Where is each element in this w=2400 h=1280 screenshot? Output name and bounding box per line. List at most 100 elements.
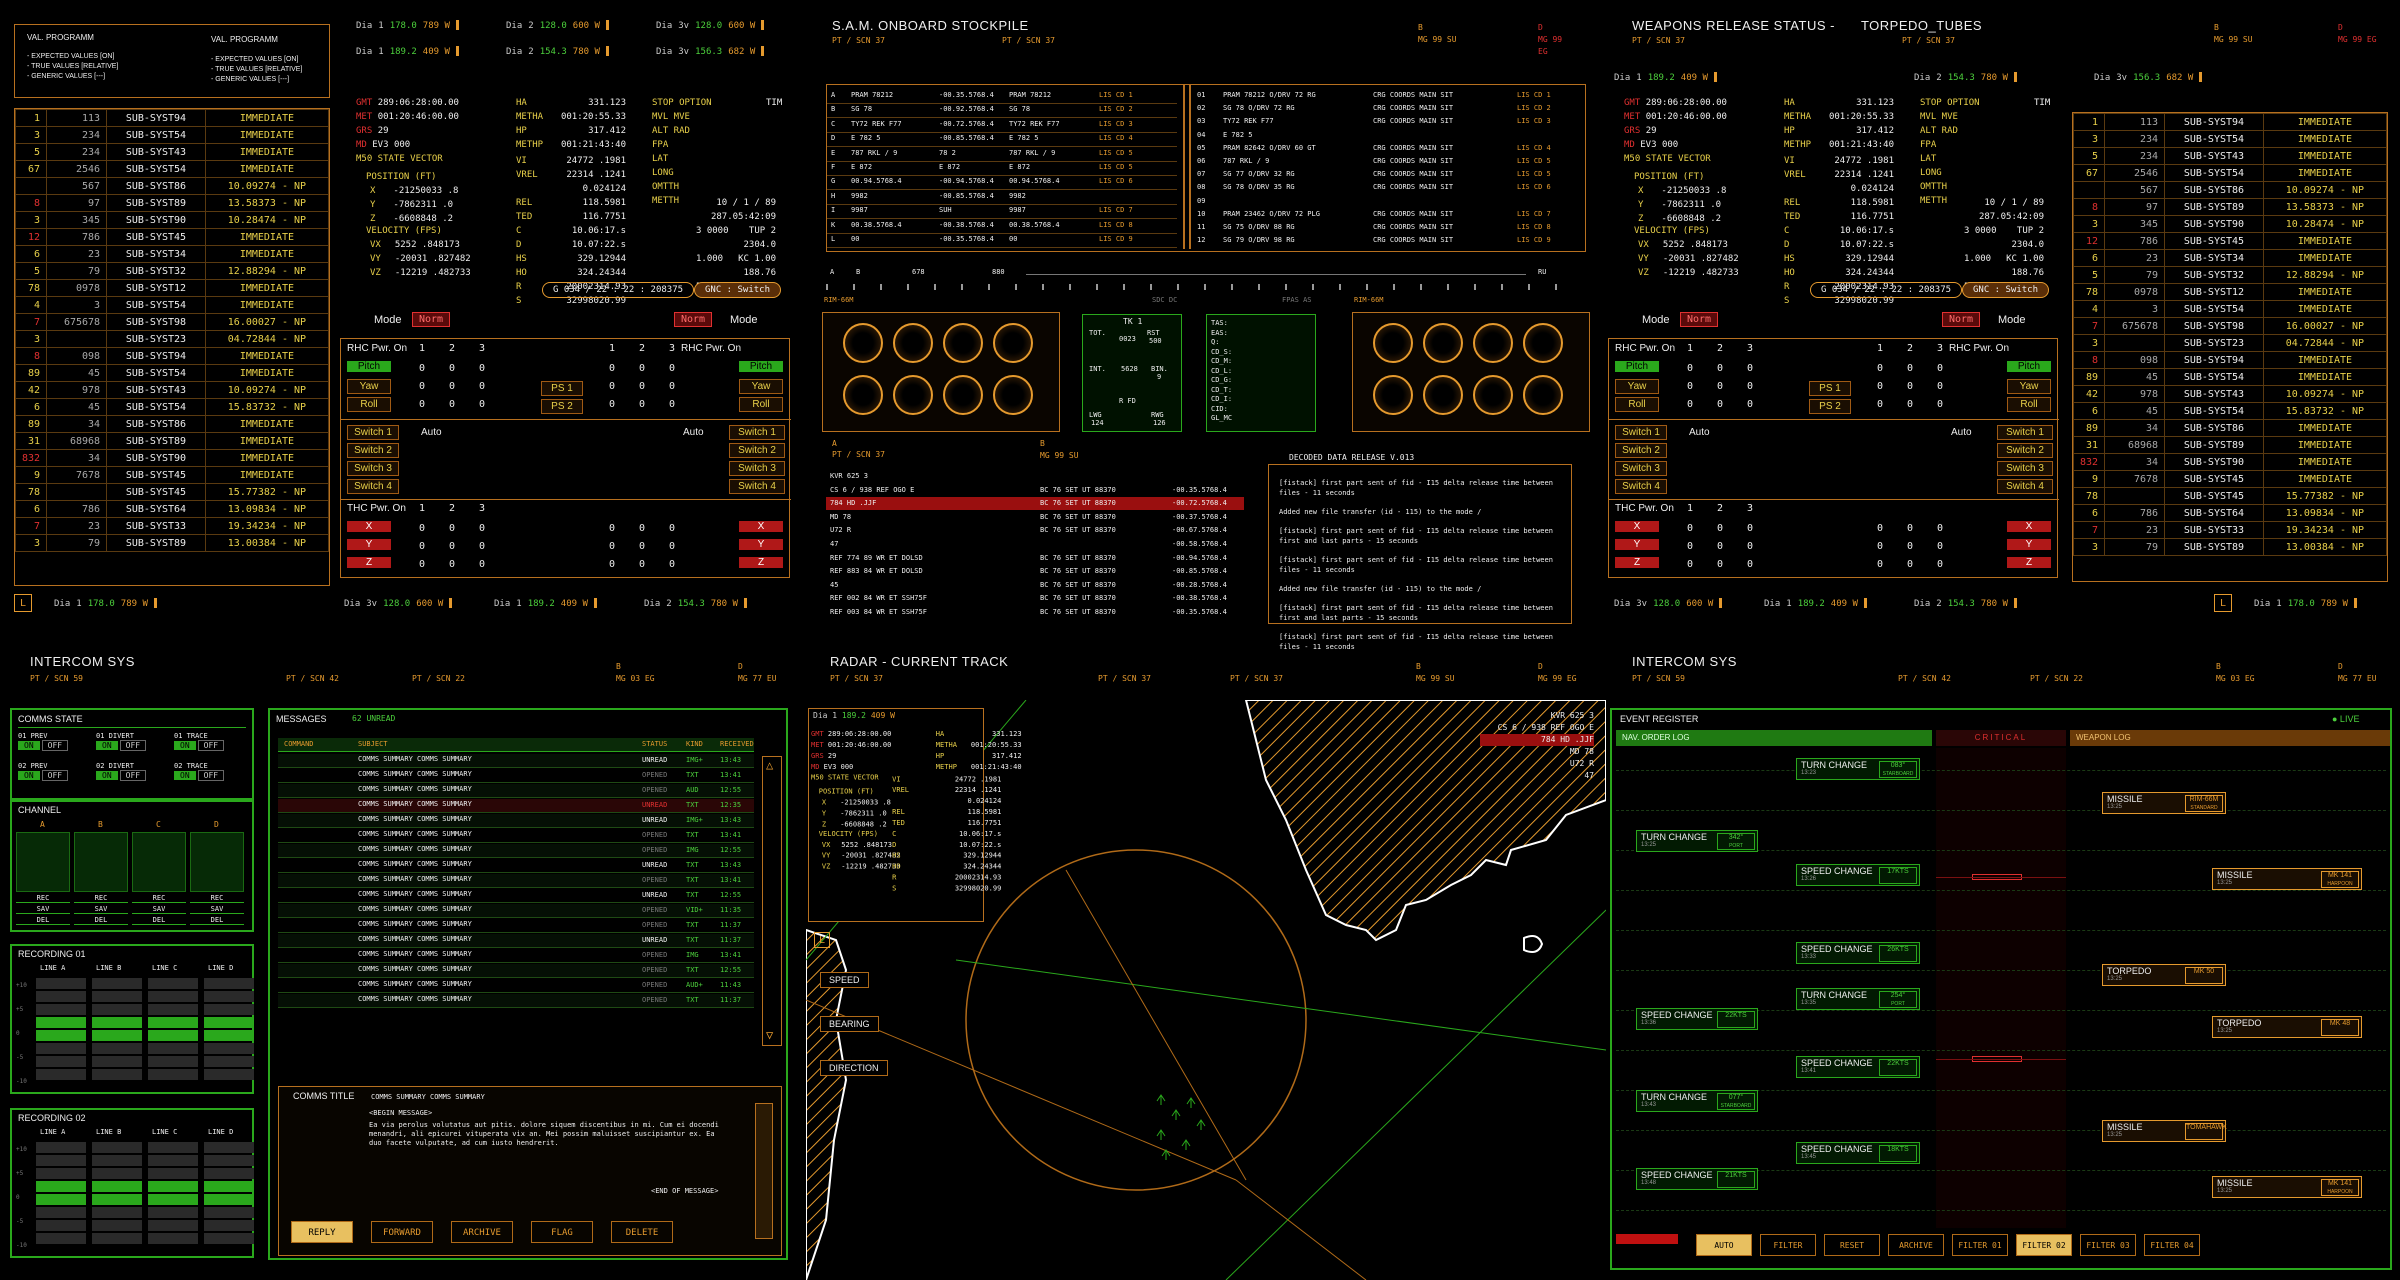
channel-rec-button[interactable]: REC [132, 894, 186, 903]
event-card[interactable]: SPEED CHANGE 13:41 22KTS [1796, 1056, 1920, 1078]
toggle-on[interactable]: ON [174, 741, 196, 750]
clock-button[interactable]: G 034 / 22 : 22 : 208375 [1810, 282, 1963, 298]
norm-button[interactable]: Norm [412, 312, 451, 327]
norm-button[interactable]: Norm [1680, 312, 1719, 327]
scroll-down-icon[interactable]: ▽ [766, 1028, 773, 1042]
channel-rec-button[interactable]: REC [74, 894, 128, 903]
thc-x-button-right[interactable]: X [2007, 521, 2051, 532]
rhc-yaw-button-right[interactable]: Yaw [739, 379, 783, 394]
event-card[interactable]: MISSILE 13:25 TOMAHAWK [2102, 1120, 2227, 1142]
channel-sav-button[interactable]: SAV [190, 905, 244, 914]
channel-del-button[interactable]: DEL [74, 916, 128, 925]
message-row[interactable]: COMMS SUMMARY COMMS SUMMARY UNREAD IMG+ 13:… [278, 814, 754, 828]
message-row[interactable]: COMMS SUMMARY COMMS SUMMARY OPENED TXT 13:4… [278, 769, 754, 783]
message-row[interactable]: COMMS SUMMARY COMMS SUMMARY UNREAD TXT 12:5… [278, 889, 754, 903]
toggle-on[interactable]: ON [96, 771, 118, 780]
message-row[interactable]: COMMS SUMMARY COMMS SUMMARY UNREAD TXT 12:3… [278, 799, 754, 813]
reply-button[interactable]: REPLY [291, 1221, 353, 1243]
filter-filter-button[interactable]: FILTER [1760, 1234, 1816, 1256]
thc-y-button[interactable]: Y [1615, 539, 1659, 550]
switch-button-right[interactable]: Switch 3 [1997, 461, 2053, 476]
switch-button[interactable]: Switch 4 [1615, 479, 1667, 494]
message-row[interactable]: COMMS SUMMARY COMMS SUMMARY OPENED TXT 12:5… [278, 964, 754, 978]
l-button[interactable]: L [2214, 594, 2232, 612]
switch-button[interactable]: Switch 2 [1615, 443, 1667, 458]
rhc-roll-button[interactable]: Roll [1615, 397, 1659, 412]
message-row[interactable]: COMMS SUMMARY COMMS SUMMARY OPENED TXT 13:4… [278, 829, 754, 843]
message-row[interactable]: COMMS SUMMARY COMMS SUMMARY OPENED VID+ 11:… [278, 904, 754, 918]
event-card[interactable]: TURN CHANGE 13:23 083° STARBOARD [1796, 758, 1920, 780]
toggle-on[interactable]: ON [174, 771, 196, 780]
channel-del-button[interactable]: DEL [190, 916, 244, 925]
switch-button[interactable]: Switch 3 [347, 461, 399, 476]
message-row[interactable]: COMMS SUMMARY COMMS SUMMARY OPENED TXT 11:3… [278, 994, 754, 1008]
thc-z-button-right[interactable]: Z [2007, 557, 2051, 568]
filter-filter-02-button[interactable]: FILTER 02 [2016, 1234, 2072, 1256]
thc-z-button-right[interactable]: Z [739, 557, 783, 568]
l-button[interactable]: L [14, 594, 32, 612]
channel-rec-button[interactable]: REC [16, 894, 70, 903]
event-card[interactable]: SPEED CHANGE 13:26 17KTS [1796, 864, 1920, 886]
toggle-off[interactable]: OFF [197, 770, 225, 781]
event-card[interactable]: MISSILE 13:25 MK 141 HARPOON [2212, 1176, 2362, 1198]
switch-button-right[interactable]: Switch 1 [1997, 425, 2053, 440]
filter-filter-04-button[interactable]: FILTER 04 [2144, 1234, 2200, 1256]
event-card[interactable]: TURN CHANGE 13:25 342° PORT [1636, 830, 1758, 852]
rhc-pitch-button-right[interactable]: Pitch [2007, 361, 2051, 372]
thc-x-button[interactable]: X [1615, 521, 1659, 532]
event-card[interactable]: SPEED CHANGE 13:45 18KTS [1796, 1142, 1920, 1164]
message-row[interactable]: COMMS SUMMARY COMMS SUMMARY OPENED AUD 12:5… [278, 784, 754, 798]
rhc-yaw-button[interactable]: Yaw [1615, 379, 1659, 394]
rhc-yaw-button[interactable]: Yaw [347, 379, 391, 394]
thc-z-button[interactable]: Z [347, 557, 391, 568]
switch-button-right[interactable]: Switch 4 [729, 479, 785, 494]
gnc-switch[interactable]: GNC : Switch [694, 282, 782, 298]
delete-button[interactable]: DELETE [611, 1221, 673, 1243]
channel-sav-button[interactable]: SAV [16, 905, 70, 914]
rhc-pitch-button-right[interactable]: Pitch [739, 361, 783, 372]
toggle-off[interactable]: OFF [119, 740, 147, 751]
switch-button-right[interactable]: Switch 2 [729, 443, 785, 458]
toggle-off[interactable]: OFF [41, 770, 69, 781]
event-card[interactable]: MISSILE 13:25 MK 141 HARPOON [2212, 868, 2362, 890]
message-row[interactable]: COMMS SUMMARY COMMS SUMMARY UNREAD TXT 11:3… [278, 934, 754, 948]
channel-del-button[interactable]: DEL [16, 916, 70, 925]
thc-x-button-right[interactable]: X [739, 521, 783, 532]
message-row[interactable]: COMMS SUMMARY COMMS SUMMARY OPENED IMG 12:5… [278, 844, 754, 858]
toggle-off[interactable]: OFF [197, 740, 225, 751]
toggle-off[interactable]: OFF [41, 740, 69, 751]
event-card[interactable]: TORPEDO 13:25 MK 48 [2212, 1016, 2362, 1038]
thc-x-button[interactable]: X [347, 521, 391, 532]
detail-scroll[interactable] [755, 1103, 773, 1239]
direction-control[interactable]: DIRECTION [820, 1060, 888, 1076]
event-card[interactable]: TURN CHANGE 13:43 077° STARBOARD [1636, 1090, 1758, 1112]
thc-y-button-right[interactable]: Y [739, 539, 783, 550]
event-card[interactable]: SPEED CHANGE 13:48 21KTS [1636, 1168, 1758, 1190]
switch-button[interactable]: Switch 4 [347, 479, 399, 494]
ps-button[interactable]: PS 1 [1809, 381, 1851, 396]
scrollbar[interactable] [762, 756, 782, 1046]
filter-filter-03-button[interactable]: FILTER 03 [2080, 1234, 2136, 1256]
rhc-roll-button[interactable]: Roll [347, 397, 391, 412]
channel-rec-button[interactable]: REC [190, 894, 244, 903]
channel-del-button[interactable]: DEL [132, 916, 186, 925]
ps-button[interactable]: PS 2 [541, 399, 583, 414]
message-row[interactable]: COMMS SUMMARY COMMS SUMMARY UNREAD TXT 13:4… [278, 859, 754, 873]
message-row[interactable]: COMMS SUMMARY COMMS SUMMARY OPENED IMG 13:4… [278, 949, 754, 963]
speed-control[interactable]: SPEED [820, 972, 869, 988]
filter-filter-01-button[interactable]: FILTER 01 [1952, 1234, 2008, 1256]
l-button[interactable]: L [814, 932, 830, 948]
event-card[interactable]: SPEED CHANGE 13:33 26KTS [1796, 942, 1920, 964]
toggle-on[interactable]: ON [18, 741, 40, 750]
filter-archive-button[interactable]: ARCHIVE [1888, 1234, 1944, 1256]
archive-button[interactable]: ARCHIVE [451, 1221, 513, 1243]
ps-button[interactable]: PS 2 [1809, 399, 1851, 414]
switch-button-right[interactable]: Switch 2 [1997, 443, 2053, 458]
ps-button[interactable]: PS 1 [541, 381, 583, 396]
switch-button[interactable]: Switch 3 [1615, 461, 1667, 476]
message-row[interactable]: COMMS SUMMARY COMMS SUMMARY UNREAD IMG+ 13:… [278, 754, 754, 768]
rhc-yaw-button-right[interactable]: Yaw [2007, 379, 2051, 394]
flag-button[interactable]: FLAG [531, 1221, 593, 1243]
toggle-on[interactable]: ON [96, 741, 118, 750]
filter-reset-button[interactable]: RESET [1824, 1234, 1880, 1256]
